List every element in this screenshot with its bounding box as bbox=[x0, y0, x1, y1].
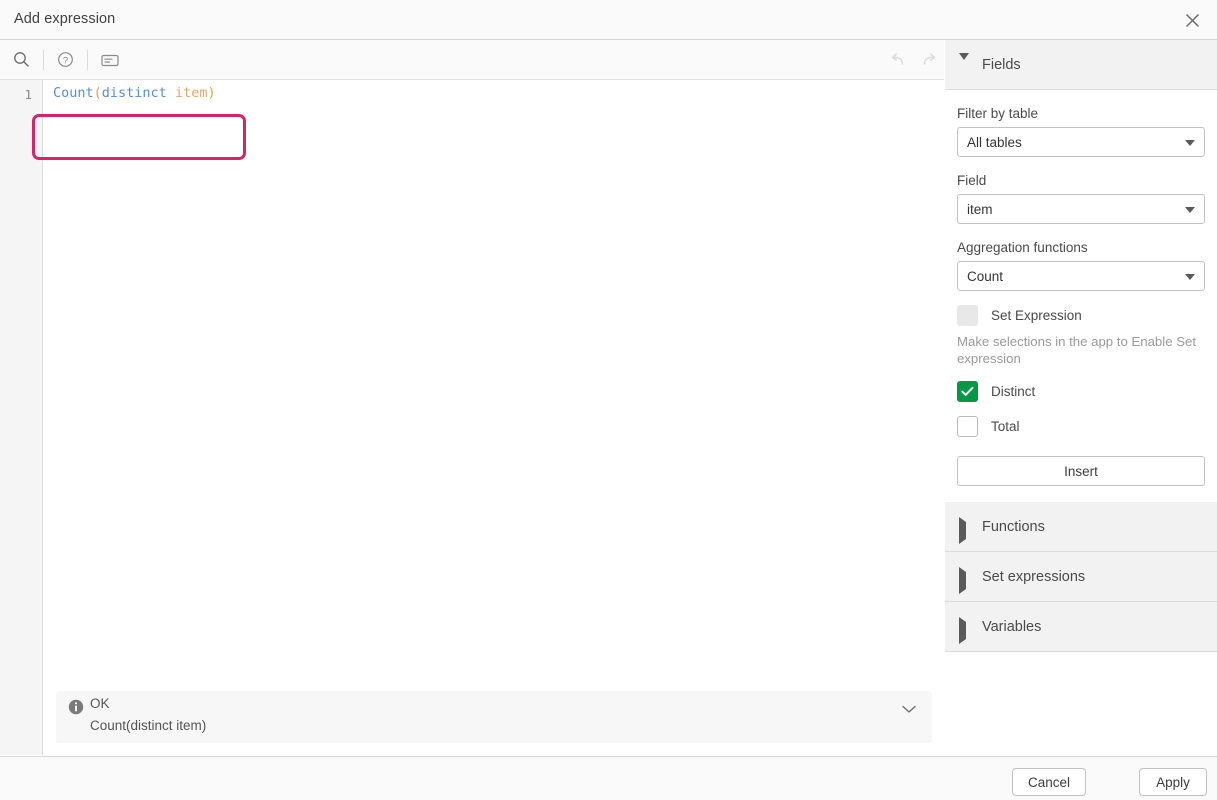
insert-button[interactable]: Insert bbox=[957, 456, 1205, 486]
editor-toolbar: ? bbox=[0, 40, 944, 80]
distinct-checkbox[interactable] bbox=[957, 381, 978, 402]
token-keyword-distinct: distinct bbox=[102, 85, 167, 101]
chevron-down-icon bbox=[1185, 207, 1195, 213]
total-checkbox[interactable] bbox=[957, 416, 978, 437]
token-open-paren: ( bbox=[94, 85, 102, 101]
status-title: OK bbox=[90, 696, 110, 711]
editor-line-gutter: 1 bbox=[0, 80, 43, 755]
accordion-header-variables[interactable]: Variables bbox=[945, 602, 1217, 652]
dialog-title: Add expression bbox=[14, 11, 115, 27]
aggregation-functions-label: Aggregation functions bbox=[957, 240, 1205, 255]
right-side-panel: Fields Filter by table All tables Field … bbox=[945, 40, 1217, 755]
info-icon bbox=[68, 699, 84, 715]
token-function: Count bbox=[53, 85, 94, 101]
total-label: Total bbox=[991, 419, 1020, 434]
undo-arrow-icon[interactable] bbox=[880, 40, 914, 79]
aggregation-functions-select[interactable]: Count bbox=[957, 261, 1205, 291]
set-expression-checkbox-row: Set Expression bbox=[957, 305, 1205, 326]
svg-text:?: ? bbox=[63, 55, 68, 66]
filter-by-table-select[interactable]: All tables bbox=[957, 127, 1205, 157]
expression-line[interactable]: Count(distinct item) bbox=[44, 80, 216, 107]
accordion-label-functions: Functions bbox=[982, 519, 1045, 535]
status-detail: Count(distinct item) bbox=[90, 718, 206, 733]
accordion-label-fields: Fields bbox=[982, 57, 1021, 73]
filter-by-table-value: All tables bbox=[967, 135, 1022, 150]
add-expression-dialog: Add expression ? bbox=[0, 0, 1217, 800]
set-expression-checkbox bbox=[957, 305, 978, 326]
distinct-checkbox-row[interactable]: Distinct bbox=[957, 381, 1205, 402]
chevron-right-icon bbox=[959, 622, 968, 631]
check-icon bbox=[961, 386, 974, 397]
line-number: 1 bbox=[24, 87, 32, 102]
accordion-label-variables: Variables bbox=[982, 619, 1041, 635]
distinct-label: Distinct bbox=[991, 384, 1035, 399]
dialog-footer: Cancel Apply bbox=[0, 756, 1217, 800]
set-expression-hint: Make selections in the app to Enable Set… bbox=[957, 333, 1202, 367]
chevron-down-icon bbox=[959, 60, 968, 69]
dialog-titlebar: Add expression bbox=[0, 0, 1217, 40]
redo-arrow-icon[interactable] bbox=[913, 40, 947, 79]
set-expression-label: Set Expression bbox=[991, 308, 1082, 323]
token-close-paren: ) bbox=[207, 85, 215, 101]
fields-panel-body: Filter by table All tables Field item Ag… bbox=[945, 106, 1217, 486]
chevron-down-icon bbox=[1185, 274, 1195, 280]
chevron-down-icon[interactable] bbox=[902, 701, 916, 719]
close-icon[interactable] bbox=[1173, 3, 1211, 37]
code-area[interactable]: Count(distinct item) bbox=[44, 80, 944, 755]
validation-status-bar: OK Count(distinct item) bbox=[56, 691, 932, 743]
total-checkbox-row[interactable]: Total bbox=[957, 416, 1205, 437]
chevron-right-icon bbox=[959, 522, 968, 531]
field-label: Field bbox=[957, 173, 1205, 188]
chevron-right-icon bbox=[959, 572, 968, 581]
token-field-item: item bbox=[167, 85, 208, 101]
chevron-down-icon bbox=[1185, 140, 1195, 146]
search-icon[interactable] bbox=[0, 40, 43, 79]
accordion-label-set-expressions: Set expressions bbox=[982, 569, 1085, 585]
accordion-header-set-expressions[interactable]: Set expressions bbox=[945, 552, 1217, 602]
keyboard-shortcut-icon[interactable] bbox=[88, 40, 131, 79]
accordion-header-fields[interactable]: Fields bbox=[945, 40, 1217, 90]
apply-button[interactable]: Apply bbox=[1139, 768, 1207, 796]
aggregation-functions-value: Count bbox=[967, 269, 1003, 284]
filter-by-table-label: Filter by table bbox=[957, 106, 1205, 121]
accordion-header-functions[interactable]: Functions bbox=[945, 502, 1217, 552]
expression-editor-pane: ? bbox=[0, 40, 944, 755]
field-value: item bbox=[967, 202, 993, 217]
cancel-button[interactable]: Cancel bbox=[1012, 768, 1086, 796]
help-circle-icon[interactable]: ? bbox=[44, 40, 87, 79]
field-select[interactable]: item bbox=[957, 194, 1205, 224]
